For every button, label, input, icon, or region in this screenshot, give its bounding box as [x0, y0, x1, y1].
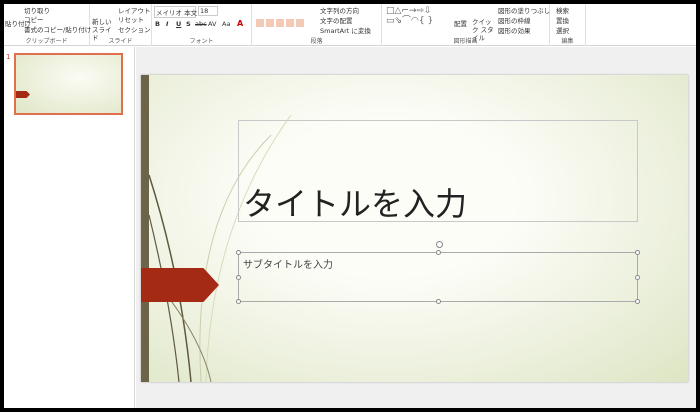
- font-size-select[interactable]: 18: [198, 6, 218, 16]
- title-text: タイトルを入力: [243, 185, 468, 223]
- clipboard-group: 貼り付け 切り取り コピー 書式のコピー/貼り付け クリップボード: [4, 4, 91, 46]
- font-name-select[interactable]: メイリオ 本文: [154, 6, 197, 18]
- powerpoint-window: 貼り付け 切り取り コピー 書式のコピー/貼り付け クリップボード 新しい スラ…: [4, 4, 696, 408]
- format-painter-button[interactable]: 書式のコピー/貼り付け: [24, 24, 91, 34]
- rotate-handle[interactable]: [436, 241, 443, 248]
- resize-handle[interactable]: [635, 299, 640, 304]
- resize-handle[interactable]: [236, 250, 241, 255]
- shape-fill-button[interactable]: 図形の塗りつぶし: [498, 5, 550, 15]
- editing-group: 検索 置換 選択 編集: [550, 4, 586, 46]
- drawing-group: □△⌐→⇨⇩ ▭⇘⌒◠{ } 配置 クイック スタイル 図形の塗りつぶし 図形の枠…: [382, 4, 550, 46]
- resize-handle[interactable]: [436, 299, 441, 304]
- drawing-label: 図形描画: [453, 38, 478, 45]
- slide-number: 1: [6, 53, 11, 61]
- font-group: メイリオ 本文 18 B I U S abc AV Aa A フォント: [152, 4, 252, 46]
- copy-button[interactable]: コピー: [24, 14, 44, 24]
- slide-canvas[interactable]: タイトルを入力 サブタイトルを入力: [141, 75, 688, 382]
- shadow-button[interactable]: S: [186, 20, 191, 28]
- section-button[interactable]: セクション: [118, 24, 151, 34]
- arrange-button[interactable]: 配置: [454, 18, 467, 28]
- underline-button[interactable]: U: [176, 20, 181, 28]
- shapes-gallery[interactable]: □△⌐→⇨⇩ ▭⇘⌒◠{ }: [386, 6, 433, 26]
- slide-thumbnail[interactable]: [14, 53, 123, 115]
- clipboard-label: クリップボード: [25, 38, 68, 45]
- editing-label: 編集: [561, 38, 574, 45]
- ribbon: 貼り付け 切り取り コピー 書式のコピー/貼り付け クリップボード 新しい スラ…: [4, 4, 696, 46]
- bold-button[interactable]: B: [155, 20, 160, 28]
- convert-smartart-button[interactable]: SmartArt に変換: [320, 25, 371, 35]
- change-case-button[interactable]: Aa: [222, 20, 230, 28]
- replace-button[interactable]: 置換: [556, 15, 569, 25]
- resize-handle[interactable]: [436, 250, 441, 255]
- font-label: フォント: [189, 38, 214, 45]
- paragraph-group: 文字列の方向 文字の配置 SmartArt に変換 段落: [252, 4, 382, 46]
- thumbnail-arrow: [16, 91, 30, 98]
- slide-editor: タイトルを入力 サブタイトルを入力: [136, 47, 696, 408]
- slides-group: 新しい スライド レイアウト リセット セクション スライド: [90, 4, 152, 46]
- title-placeholder[interactable]: タイトルを入力: [238, 120, 638, 223]
- resize-handle[interactable]: [236, 299, 241, 304]
- char-spacing-button[interactable]: AV: [208, 20, 216, 28]
- reset-button[interactable]: リセット: [118, 14, 144, 24]
- slides-label: スライド: [108, 38, 133, 45]
- resize-handle[interactable]: [635, 275, 640, 280]
- resize-handle[interactable]: [635, 250, 640, 255]
- shape-effects-button[interactable]: 図形の効果: [498, 25, 531, 35]
- shape-outline-button[interactable]: 図形の枠線: [498, 15, 531, 25]
- find-button[interactable]: 検索: [556, 5, 569, 15]
- strikethrough-button[interactable]: abc: [195, 20, 207, 28]
- alignment-buttons[interactable]: [256, 19, 306, 27]
- paragraph-label: 段落: [310, 38, 323, 45]
- italic-button[interactable]: I: [166, 20, 168, 28]
- font-color-icon[interactable]: A: [237, 19, 243, 28]
- subtitle-text: サブタイトルを入力: [243, 260, 333, 271]
- decorative-arrow: [141, 268, 219, 302]
- resize-handle[interactable]: [236, 275, 241, 280]
- slide-thumbnail-panel: 1: [4, 47, 135, 408]
- subtitle-placeholder[interactable]: サブタイトルを入力: [236, 241, 640, 304]
- select-button[interactable]: 選択: [556, 25, 569, 35]
- align-text-button[interactable]: 文字の配置: [320, 15, 353, 25]
- text-direction-button[interactable]: 文字列の方向: [320, 5, 359, 15]
